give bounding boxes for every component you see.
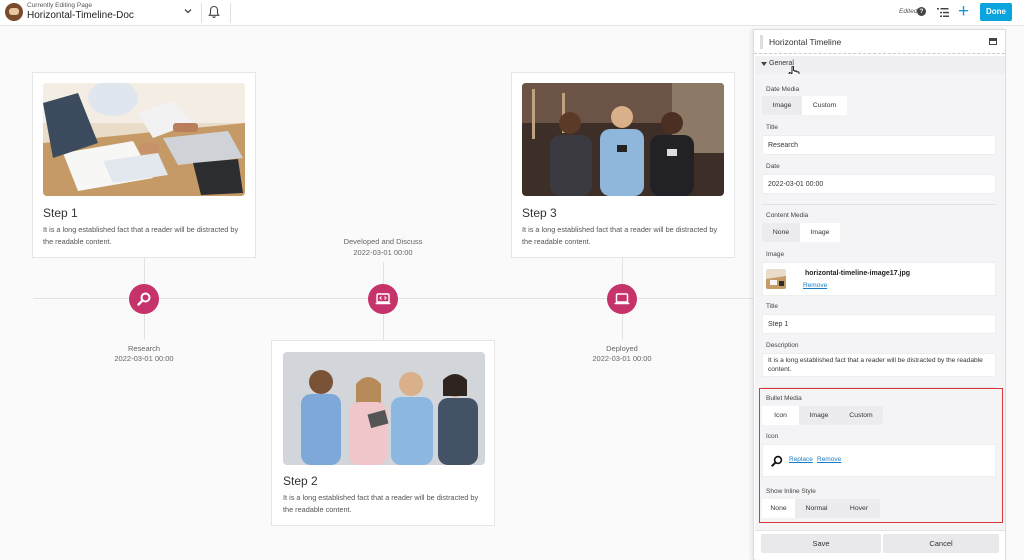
timeline-item-label: Developed and Discuss bbox=[343, 237, 423, 246]
minimize-icon[interactable] bbox=[989, 38, 997, 45]
card-title: Step 3 bbox=[522, 206, 557, 220]
connector-line bbox=[622, 258, 623, 284]
save-button[interactable]: Save bbox=[761, 534, 881, 553]
timeline-item-date: 2022-03-01 00:00 bbox=[592, 354, 652, 363]
done-button[interactable]: Done bbox=[980, 3, 1012, 21]
date-media-custom[interactable]: Custom bbox=[802, 96, 847, 115]
timeline-card-2[interactable]: Step 2 It is a long established fact tha… bbox=[271, 340, 495, 526]
card-image-desk-meeting bbox=[43, 83, 245, 196]
search-icon bbox=[137, 292, 151, 306]
timeline-bullet-3[interactable] bbox=[607, 284, 637, 314]
date-media-toggle: Image Custom bbox=[762, 96, 847, 115]
content-media-image[interactable]: Image bbox=[800, 223, 840, 242]
card-title: Step 1 bbox=[43, 206, 78, 220]
content-title-input[interactable]: Step 1 bbox=[762, 314, 996, 334]
connector-line bbox=[383, 313, 384, 340]
date-input[interactable]: 2022-03-01 00:00 bbox=[762, 174, 996, 194]
add-icon[interactable]: + bbox=[958, 1, 969, 23]
top-toolbar: Currently Editing Page Horizontal-Timeli… bbox=[0, 0, 1024, 26]
date-media-image[interactable]: Image bbox=[762, 96, 802, 115]
panel-footer: Save Cancel bbox=[755, 530, 1005, 560]
chevron-down-icon[interactable] bbox=[183, 6, 193, 16]
timeline-item-date: 2022-03-01 00:00 bbox=[353, 248, 413, 257]
card-title: Step 2 bbox=[283, 474, 318, 488]
field-label: Title bbox=[766, 303, 779, 310]
cancel-button[interactable]: Cancel bbox=[883, 534, 999, 553]
field-label: Content Media bbox=[766, 212, 809, 219]
field-label: Description bbox=[766, 342, 799, 349]
title-input[interactable]: Research bbox=[762, 135, 996, 155]
field-label: Date bbox=[766, 163, 780, 170]
connector-line bbox=[144, 258, 145, 284]
connector-line bbox=[383, 262, 384, 284]
field-label: Image bbox=[766, 251, 785, 258]
app-logo bbox=[5, 3, 23, 21]
timeline-bullet-1[interactable] bbox=[129, 284, 159, 314]
card-image-phone-friends bbox=[522, 83, 724, 196]
help-icon[interactable]: ? bbox=[917, 7, 926, 16]
laptop-icon bbox=[614, 293, 630, 305]
connector-line bbox=[144, 313, 145, 340]
timeline-item-label: Deployed bbox=[606, 344, 638, 353]
panel-body: Date Media Image Custom Title Research D… bbox=[755, 74, 1005, 530]
card-description: It is a long established fact that a rea… bbox=[522, 225, 718, 246]
settings-panel: Horizontal Timeline General Date Media I… bbox=[753, 29, 1006, 560]
card-description: It is a long established fact that a rea… bbox=[43, 225, 239, 246]
timeline-item-date: 2022-03-01 00:00 bbox=[114, 354, 174, 363]
content-media-toggle: None Image bbox=[762, 223, 840, 242]
timeline-item-label: Research bbox=[127, 344, 161, 353]
field-label: Title bbox=[766, 124, 779, 131]
timeline-card-3[interactable]: Step 3 It is a long established fact tha… bbox=[511, 72, 735, 258]
image-thumbnail bbox=[766, 269, 786, 289]
laptop-code-icon bbox=[375, 293, 391, 305]
page-name[interactable]: Horizontal-Timeline-Doc bbox=[27, 10, 134, 21]
divider bbox=[762, 204, 996, 205]
outline-list-icon[interactable] bbox=[937, 7, 949, 18]
connector-line bbox=[622, 313, 623, 340]
caret-down-icon bbox=[761, 62, 767, 66]
image-remove-link[interactable]: Remove bbox=[803, 282, 827, 289]
divider bbox=[201, 3, 202, 23]
panel-header[interactable]: Horizontal Timeline bbox=[754, 30, 1005, 54]
description-textarea[interactable]: It is a long established fact that a rea… bbox=[762, 353, 996, 377]
image-filename: horizontal-timeline-image17.jpg bbox=[805, 270, 911, 277]
timeline-card-1[interactable]: Step 1 It is a long established fact tha… bbox=[32, 72, 256, 258]
edited-status: Edited bbox=[899, 8, 918, 15]
drag-handle[interactable] bbox=[760, 35, 763, 49]
content-media-none[interactable]: None bbox=[762, 223, 800, 242]
timeline-bullet-2[interactable] bbox=[368, 284, 398, 314]
highlight-box bbox=[759, 388, 1003, 523]
divider bbox=[230, 3, 231, 23]
card-description: It is a long established fact that a rea… bbox=[283, 493, 479, 514]
editing-label: Currently Editing Page bbox=[27, 2, 93, 9]
bell-icon[interactable] bbox=[208, 5, 220, 19]
card-image-team-group bbox=[283, 352, 485, 465]
panel-title: Horizontal Timeline bbox=[769, 37, 842, 47]
image-picker[interactable] bbox=[762, 262, 996, 296]
field-label: Date Media bbox=[766, 86, 800, 93]
